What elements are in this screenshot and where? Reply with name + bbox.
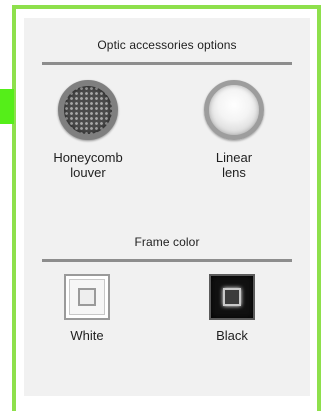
- honeycomb-louver-icon: [58, 80, 118, 140]
- linear-lens-option[interactable]: Linear lens: [179, 80, 289, 180]
- accessories-panel: Optic accessories options Honeycomb louv…: [24, 18, 310, 396]
- honeycomb-louver-label: Honeycomb louver: [53, 150, 123, 180]
- black-frame-option[interactable]: Black: [192, 274, 272, 343]
- frame-color-section-title: Frame color: [134, 235, 200, 249]
- white-frame-label: White: [70, 328, 104, 343]
- white-frame-swatch-inner: [78, 288, 96, 306]
- black-frame-label: Black: [216, 328, 248, 343]
- white-frame-swatch-icon: [64, 274, 110, 320]
- black-frame-swatch-icon: [209, 274, 255, 320]
- linear-lens-icon: [204, 80, 264, 140]
- optic-section-divider: [42, 62, 292, 65]
- side-tab-marker: [0, 89, 14, 124]
- frame-color-section-divider: [42, 259, 292, 262]
- page: Optic accessories options Honeycomb louv…: [0, 0, 325, 417]
- black-frame-swatch-inner: [223, 288, 241, 306]
- linear-lens-label: Linear lens: [215, 150, 253, 180]
- optic-section-title: Optic accessories options: [97, 38, 237, 52]
- white-frame-option[interactable]: White: [47, 274, 127, 343]
- honeycomb-louver-option[interactable]: Honeycomb louver: [33, 80, 143, 180]
